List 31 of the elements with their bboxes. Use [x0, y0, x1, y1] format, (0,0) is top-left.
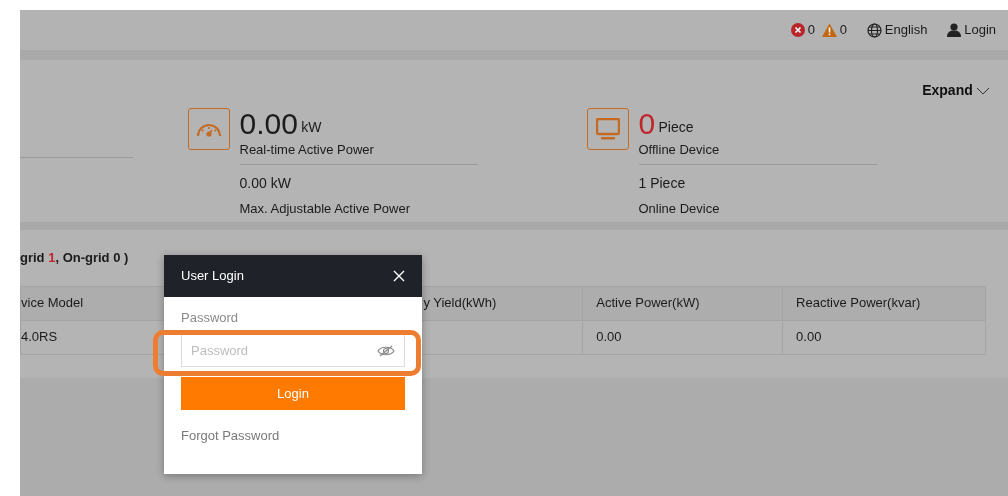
- monitor-icon: [587, 108, 629, 150]
- expand-link[interactable]: Expand: [922, 80, 973, 101]
- eye-off-icon[interactable]: [377, 343, 395, 358]
- chevron-down-icon: [976, 85, 990, 96]
- stat-unit: kW: [301, 118, 322, 137]
- stat-value: 0.00: [239, 108, 298, 140]
- table-cell: 0.00: [782, 320, 986, 354]
- gauge-icon: [188, 108, 230, 150]
- column-header: Active Power(kW): [582, 286, 783, 320]
- device-count-heading: grid 1, On-grid 0 ): [20, 249, 130, 267]
- globe-icon: [866, 22, 882, 38]
- alert-count: 0: [807, 21, 816, 40]
- table-cell: 0.00: [582, 320, 783, 354]
- error-icon: [790, 23, 805, 37]
- user-icon: [946, 23, 961, 37]
- stat-label: Max. Adjustable Active Power: [239, 199, 412, 218]
- stat-label: Real-time Active Power: [239, 141, 375, 159]
- stat-value: 0.00 kW: [239, 173, 292, 193]
- login-link[interactable]: Login: [946, 20, 996, 40]
- stat-value: 0: [638, 108, 656, 140]
- column-header: Reactive Power(kvar): [782, 286, 986, 320]
- language-link[interactable]: English: [866, 20, 928, 40]
- warning-icon: [821, 23, 837, 37]
- stat-label: Offline Device: [638, 141, 721, 159]
- alert-count: 0: [839, 21, 848, 40]
- stat-value: 1 Piece: [638, 173, 687, 193]
- close-button[interactable]: [393, 270, 405, 282]
- stat-unit: Piece: [658, 118, 694, 137]
- dialog-title: User Login: [181, 267, 244, 286]
- forgot-password-link[interactable]: Forgot Password: [181, 426, 280, 446]
- stat-label: Online Device: [638, 199, 721, 218]
